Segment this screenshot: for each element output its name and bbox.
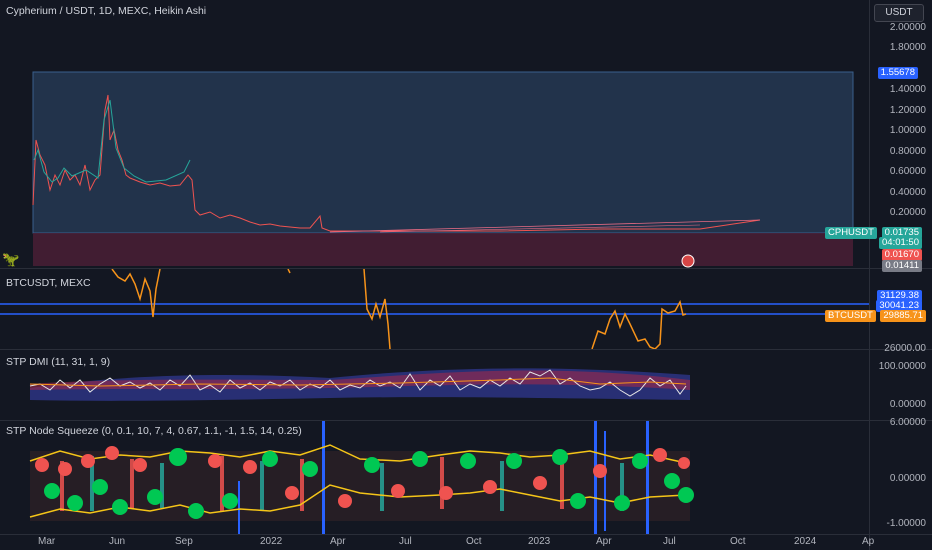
dmi-label[interactable]: STP DMI (11, 31, 1, 9) (6, 356, 110, 368)
time-label: Jul (663, 536, 676, 547)
price-axis[interactable]: USDT 2.00000 1.80000 1.55678 1.40000 1.2… (869, 0, 932, 550)
btc-line-b (287, 269, 291, 274)
time-label: Mar (38, 536, 56, 547)
time-label: Sep (175, 536, 193, 547)
axis-tick: 0.20000 (889, 207, 926, 218)
time-label: Apr (596, 536, 612, 547)
axis-tick: 1.40000 (889, 84, 926, 95)
range-box-red (33, 233, 853, 266)
btc-line-d (591, 299, 687, 349)
countdown-tag: 04:01:50 (879, 237, 922, 249)
btc-symbol-tag: BTCUSDT (825, 310, 876, 322)
main-chart-svg: 🦖 (2, 71, 854, 268)
time-label: Jul (399, 536, 412, 547)
btc-price-tag: 29885.71 (880, 310, 926, 322)
time-label: Oct (466, 536, 482, 547)
gray-price-tag: 0.01411 (882, 260, 922, 272)
symbol-title[interactable]: Cypherium / USDT, 1D, MEXC, Heikin Ashi (6, 5, 206, 17)
high-price-tag: 1.55678 (877, 67, 918, 79)
squeeze-histogram (30, 451, 690, 521)
time-label: Ap (862, 536, 875, 547)
axis-tick: 100.00000 (878, 361, 926, 372)
time-label: Apr (330, 536, 346, 547)
compare-pane[interactable]: BTCUSDT, MEXC (0, 269, 870, 349)
axis-tick: 0.40000 (889, 187, 926, 198)
axis-tick: 0.00000 (889, 473, 926, 484)
squeeze-label[interactable]: STP Node Squeeze (0, 0.1, 10, 7, 4, 0.67… (6, 425, 302, 437)
time-axis-border (0, 534, 932, 535)
axis-tick: 1.20000 (889, 105, 926, 116)
axis-tick: 1.80000 (889, 42, 926, 53)
currency-button[interactable]: USDT (874, 4, 924, 22)
axis-tick: 26000.00 (884, 343, 926, 354)
axis-tick: 1.00000 (889, 125, 926, 136)
dino-icon: 🦖 (2, 252, 20, 268)
time-label: 2023 (528, 536, 551, 547)
main-chart-pane[interactable]: Cypherium / USDT, 1D, MEXC, Heikin Ashi … (0, 0, 870, 268)
axis-tick: 0.00000 (889, 399, 926, 410)
btc-line-a (111, 269, 161, 318)
axis-tick: 0.80000 (889, 146, 926, 157)
axis-tick: -1.00000 (886, 518, 926, 529)
cph-symbol-tag: CPHUSDT (825, 227, 877, 239)
compare-svg (0, 269, 870, 349)
time-label: 2022 (260, 536, 283, 547)
dmi-pane[interactable]: STP DMI (11, 31, 1, 9) (0, 350, 870, 420)
compare-label[interactable]: BTCUSDT, MEXC (6, 277, 91, 289)
time-label: Oct (730, 536, 746, 547)
dmi-svg (29, 368, 690, 401)
axis-tick: 0.60000 (889, 166, 926, 177)
time-label: Jun (109, 536, 126, 547)
axis-tick: 6.00000 (889, 417, 926, 428)
btc-line-c (363, 269, 391, 349)
range-box-blue (32, 71, 854, 234)
squeeze-svg (29, 421, 694, 534)
axis-tick: 2.00000 (889, 22, 926, 33)
time-label: 2024 (794, 536, 817, 547)
squeeze-pane[interactable]: STP Node Squeeze (0, 0.1, 10, 7, 4, 0.67… (0, 421, 870, 534)
flag-icon (681, 254, 695, 268)
